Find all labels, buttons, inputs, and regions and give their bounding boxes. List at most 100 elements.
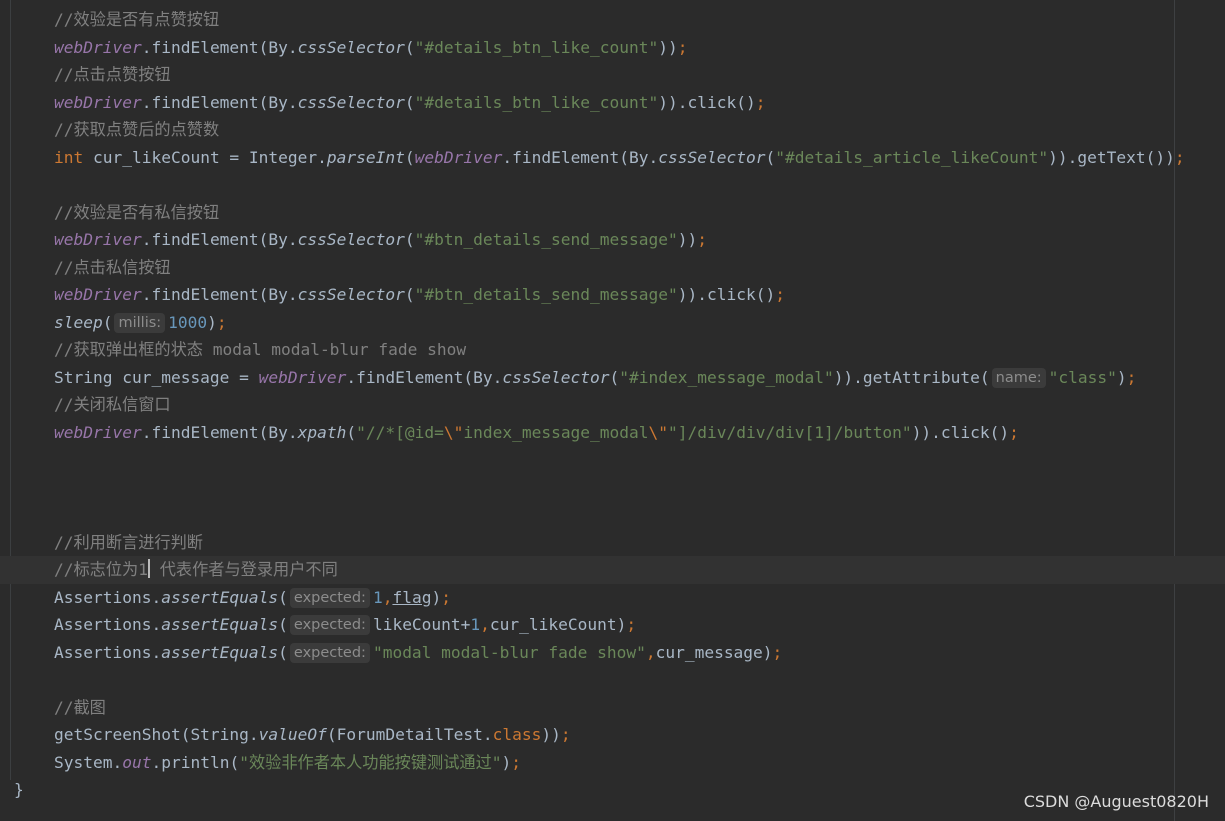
string-literal: "#btn_details_send_message" — [414, 230, 678, 249]
code-line: Assertions.assertEquals(expected: likeCou… — [0, 611, 1225, 639]
code-token: .findElement(By. — [502, 147, 659, 167]
code-token: ) — [431, 587, 442, 607]
code-line: webDriver.findElement(By.cssSelector("#d… — [0, 34, 1225, 62]
code-line: //利用断言进行判断 — [0, 529, 1225, 557]
code-line: //截图 — [0, 694, 1225, 722]
code-token: cssSelector — [297, 230, 405, 249]
code-token: ; — [441, 587, 451, 607]
code-line: webDriver.findElement(By.cssSelector("#b… — [0, 281, 1225, 309]
code-token: flag — [392, 587, 432, 607]
number-literal: 1000 — [168, 312, 208, 332]
string-literal: index_message_modal — [463, 422, 649, 442]
code-token: ) — [616, 615, 627, 634]
code-token: ( — [765, 147, 776, 167]
code-line: sleep(millis: 1000); — [0, 309, 1225, 337]
code-token: webDriver — [414, 147, 503, 167]
code-token: cur_likeCount = Integer. — [83, 147, 327, 167]
number-literal: 1 — [372, 587, 383, 607]
code-token: )) — [541, 725, 561, 744]
code-token: , — [645, 642, 656, 662]
code-token: likeCount+ — [372, 615, 471, 634]
code-token: .findElement(By. — [141, 285, 298, 304]
closing-brace: } — [14, 780, 24, 799]
comment: //获取弹出框的状态 modal modal-blur fade show — [54, 340, 467, 359]
code-token: cssSelector — [297, 37, 405, 57]
code-line: //获取弹出框的状态 modal modal-blur fade show — [0, 336, 1225, 364]
code-line: webDriver.findElement(By.cssSelector("#b… — [0, 226, 1225, 254]
code-token: ) — [501, 752, 512, 772]
code-line: webDriver.findElement(By.xpath("//*[@id=… — [0, 419, 1225, 447]
code-line: //点击私信按钮 — [0, 254, 1225, 282]
code-token: parseInt — [326, 147, 405, 167]
parameter-hint: name: — [991, 367, 1046, 388]
code-line: webDriver.findElement(By.cssSelector("#d… — [0, 89, 1225, 117]
code-line: Assertions.assertEquals(expected: 1,flag)… — [0, 584, 1225, 612]
keyword: int — [54, 147, 84, 167]
code-token: getScreenShot(String. — [54, 725, 259, 744]
code-token: ( — [404, 37, 415, 57]
string-literal: "#details_article_likeCount" — [775, 147, 1049, 167]
string-literal: "#index_message_modal" — [619, 367, 834, 387]
code-token: assertEquals — [161, 587, 279, 607]
code-line: //关闭私信窗口 — [0, 391, 1225, 419]
code-token: cssSelector — [658, 147, 766, 167]
code-token: Assertions. — [54, 587, 162, 607]
code-token: webDriver — [258, 367, 347, 387]
current-code-line: //标志位为1 代表作者与登录用户不同 — [0, 556, 1225, 584]
code-line: //效验是否有点赞按钮 — [0, 6, 1225, 34]
code-token: assertEquals — [161, 615, 279, 634]
code-line: String cur_message = webDriver.findEleme… — [0, 364, 1225, 392]
code-token: .println( — [151, 752, 240, 772]
string-literal: "]/div/div/div[1]/button" — [668, 422, 912, 442]
comment: //点击私信按钮 — [54, 257, 171, 277]
comment: //利用断言进行判断 — [54, 532, 203, 552]
code-token: (ForumDetailTest. — [326, 725, 493, 744]
code-token: webDriver — [54, 92, 142, 112]
code-token: assertEquals — [161, 642, 279, 662]
code-token: ; — [1174, 147, 1185, 167]
code-token: ; — [1126, 367, 1137, 387]
string-literal: "#details_btn_like_count" — [414, 92, 659, 112]
code-token: ( — [278, 642, 288, 662]
code-token: ; — [772, 642, 783, 662]
code-token: ( — [404, 285, 415, 304]
code-token: ( — [404, 92, 415, 112]
code-token: ( — [404, 147, 415, 167]
string-literal: "//*[@id= — [356, 422, 444, 442]
code-token: .findElement(By. — [141, 92, 298, 112]
code-token: cur_message — [655, 642, 763, 662]
watermark: CSDN @Auguest0820H — [1023, 792, 1209, 811]
code-token: ( — [609, 367, 620, 387]
code-token: cssSelector — [502, 367, 610, 387]
code-token: ; — [511, 752, 522, 772]
string-literal: "modal modal-blur fade show" — [372, 642, 646, 662]
escape-sequence: \" — [648, 422, 669, 442]
code-token: Assertions. — [54, 642, 162, 662]
code-token: Assertions. — [54, 615, 162, 634]
code-token: )).click() — [911, 422, 1010, 442]
code-token: cur_likeCount — [489, 615, 617, 634]
code-token: ) — [762, 642, 773, 662]
comment: 代表作者与登录用户不同 — [150, 560, 338, 579]
code-token: cssSelector — [297, 92, 405, 112]
code-token: ; — [560, 725, 571, 744]
keyword: class — [492, 725, 542, 744]
code-line: getScreenShot(String.valueOf(ForumDetail… — [0, 721, 1225, 749]
number-literal: 1 — [470, 615, 481, 634]
code-token: ( — [404, 230, 415, 249]
code-token: ( — [346, 422, 357, 442]
code-token: .findElement(By. — [141, 37, 298, 57]
code-token: sleep — [54, 312, 103, 332]
code-token: webDriver — [54, 422, 142, 442]
string-literal: "#details_btn_like_count" — [414, 37, 659, 57]
code-token: ( — [278, 615, 288, 634]
code-editor[interactable]: //效验是否有点赞按钮 webDriver.findElement(By.css… — [0, 6, 1225, 804]
comment: //点击点赞按钮 — [54, 65, 171, 84]
parameter-hint: expected: — [289, 615, 370, 635]
code-token: )).click() — [677, 285, 776, 304]
code-token: )).getAttribute( — [833, 367, 990, 387]
